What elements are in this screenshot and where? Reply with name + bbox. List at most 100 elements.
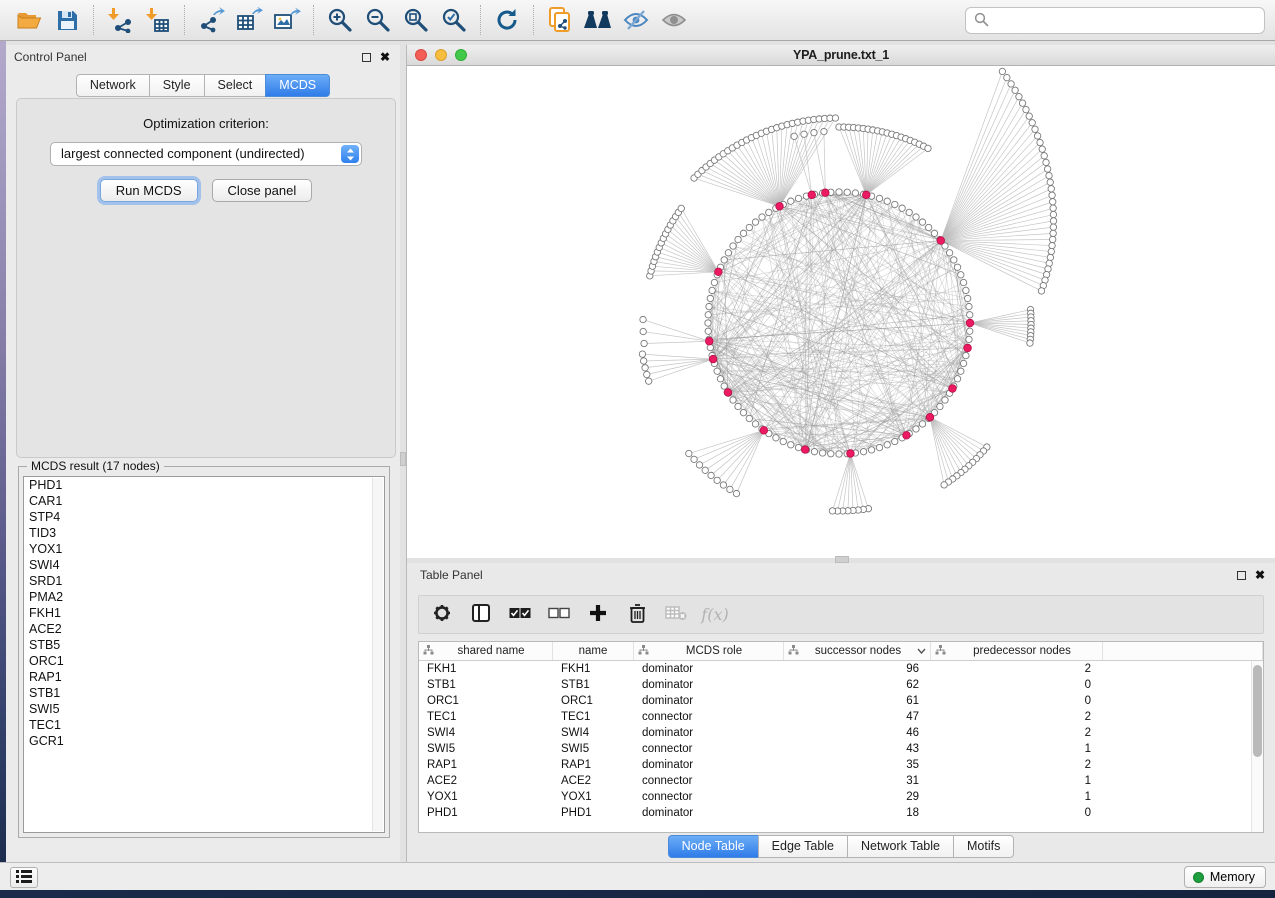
zoom-out-button[interactable]	[359, 3, 397, 37]
network-node[interactable]	[1034, 133, 1040, 139]
network-node[interactable]	[735, 403, 741, 409]
mcds-result-item[interactable]: FKH1	[24, 605, 384, 621]
import-network-button[interactable]	[101, 3, 139, 37]
close-icon[interactable]: ✖	[1255, 571, 1265, 580]
network-node[interactable]	[795, 195, 801, 201]
network-node[interactable]	[1049, 192, 1055, 198]
mcds-result-item[interactable]: CAR1	[24, 493, 384, 509]
new-network-from-selection-button[interactable]	[541, 3, 579, 37]
table-row[interactable]: ACE2ACE2connector311	[419, 773, 1251, 789]
network-node[interactable]	[1016, 93, 1022, 99]
delete-column-button[interactable]	[622, 600, 652, 630]
network-node[interactable]	[746, 224, 752, 230]
network-node[interactable]	[892, 438, 898, 444]
network-node[interactable]	[868, 447, 874, 453]
import-table-button[interactable]	[139, 3, 177, 37]
zoom-fit-button[interactable]	[397, 3, 435, 37]
network-node[interactable]	[963, 287, 969, 293]
network-node[interactable]	[686, 450, 692, 456]
network-node[interactable]	[788, 442, 794, 448]
close-icon[interactable]: ✖	[380, 53, 390, 62]
network-node[interactable]	[1023, 106, 1029, 112]
network-node[interactable]	[752, 421, 758, 427]
export-table-button[interactable]	[230, 3, 268, 37]
split-handle[interactable]	[400, 452, 406, 466]
create-column-button[interactable]	[583, 600, 613, 630]
split-handle[interactable]	[835, 556, 849, 563]
tab-edge-table[interactable]: Edge Table	[758, 835, 848, 858]
network-node[interactable]	[946, 250, 952, 256]
network-node[interactable]	[640, 316, 646, 322]
network-node[interactable]	[925, 145, 931, 151]
network-node[interactable]	[735, 236, 741, 242]
network-node[interactable]	[702, 467, 708, 473]
network-node[interactable]	[795, 444, 801, 450]
network-node[interactable]	[844, 189, 850, 195]
network-node[interactable]	[941, 482, 947, 488]
mcds-hub-node[interactable]	[715, 268, 723, 276]
select-all-columns-button[interactable]	[505, 600, 535, 630]
open-file-button[interactable]	[10, 3, 48, 37]
network-node[interactable]	[740, 409, 746, 415]
network-node[interactable]	[639, 351, 645, 357]
network-node[interactable]	[1043, 159, 1049, 165]
network-node[interactable]	[919, 219, 925, 225]
float-window-icon[interactable]	[362, 53, 371, 62]
network-window-titlebar[interactable]: YPA_prune.txt_1	[407, 45, 1275, 66]
network-node[interactable]	[1050, 230, 1056, 236]
network-node[interactable]	[746, 415, 752, 421]
network-node[interactable]	[860, 448, 866, 454]
network-canvas[interactable]	[407, 66, 1275, 558]
network-node[interactable]	[780, 438, 786, 444]
network-node[interactable]	[1039, 146, 1045, 152]
mcds-result-item[interactable]: STB5	[24, 637, 384, 653]
network-node[interactable]	[832, 115, 838, 121]
network-node[interactable]	[730, 397, 736, 403]
network-node[interactable]	[1050, 211, 1056, 217]
network-node[interactable]	[1037, 139, 1043, 145]
mcds-hub-node[interactable]	[705, 337, 713, 345]
function-builder-button[interactable]: f(x)	[700, 600, 730, 630]
network-node[interactable]	[1046, 172, 1052, 178]
network-node[interactable]	[705, 320, 711, 326]
network-node[interactable]	[696, 462, 702, 468]
network-node[interactable]	[721, 257, 727, 263]
network-node[interactable]	[1044, 166, 1050, 172]
network-node[interactable]	[709, 287, 715, 293]
network-node[interactable]	[964, 295, 970, 301]
network-node[interactable]	[1026, 113, 1032, 119]
mcds-result-item[interactable]: TID3	[24, 525, 384, 541]
table-row[interactable]: FKH1FKH1dominator962	[419, 661, 1251, 677]
column-header-MCDS-role[interactable]: MCDS role	[634, 642, 784, 660]
show-column-panel-button[interactable]	[466, 600, 496, 630]
network-node[interactable]	[725, 250, 731, 256]
network-node[interactable]	[705, 328, 711, 334]
mcds-hub-node[interactable]	[709, 355, 717, 363]
network-node[interactable]	[645, 378, 651, 384]
table-row[interactable]: SWI4SWI4dominator462	[419, 725, 1251, 741]
network-node[interactable]	[821, 128, 827, 134]
network-node[interactable]	[1049, 242, 1055, 248]
zoom-in-button[interactable]	[321, 3, 359, 37]
network-node[interactable]	[967, 312, 973, 318]
mcds-result-item[interactable]: TEC1	[24, 717, 384, 733]
save-session-button[interactable]	[48, 3, 86, 37]
network-node[interactable]	[1050, 218, 1056, 224]
network-node[interactable]	[752, 219, 758, 225]
network-node[interactable]	[1008, 81, 1014, 87]
network-node[interactable]	[876, 444, 882, 450]
network-node[interactable]	[788, 198, 794, 204]
search-input[interactable]	[995, 8, 1264, 33]
network-node[interactable]	[836, 189, 842, 195]
mcds-hub-node[interactable]	[760, 427, 768, 435]
tab-select[interactable]: Select	[204, 74, 267, 97]
mcds-result-item[interactable]: SWI5	[24, 701, 384, 717]
network-node[interactable]	[801, 131, 807, 137]
mcds-hub-node[interactable]	[862, 191, 870, 199]
mcds-hub-node[interactable]	[926, 413, 934, 421]
export-network-button[interactable]	[192, 3, 230, 37]
column-header-shared-name[interactable]: shared name	[419, 642, 553, 660]
mcds-hub-node[interactable]	[776, 202, 784, 210]
network-node[interactable]	[1029, 120, 1035, 126]
network-node[interactable]	[766, 209, 772, 215]
